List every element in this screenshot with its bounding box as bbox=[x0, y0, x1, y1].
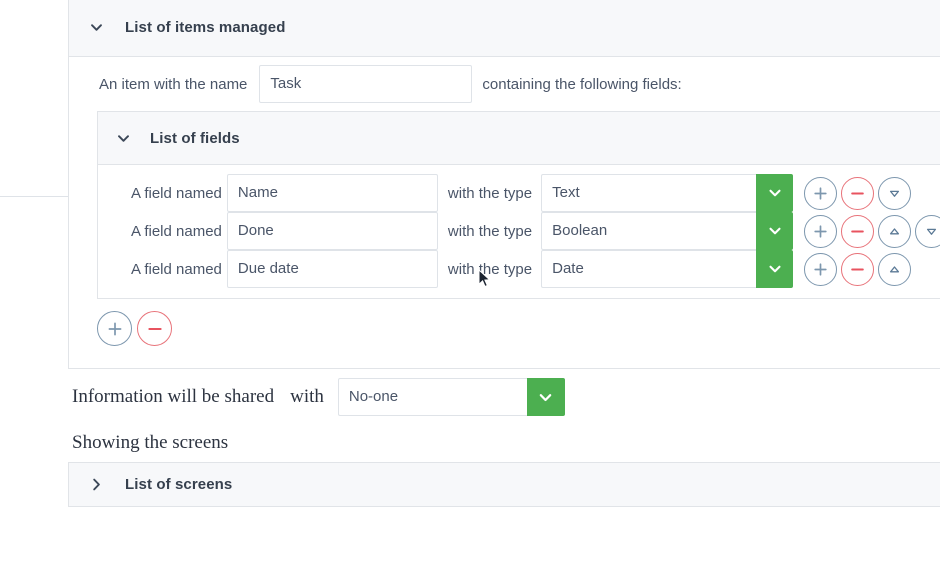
chevron-down-icon[interactable] bbox=[88, 19, 105, 36]
fields-panel-header[interactable]: List of fields bbox=[98, 112, 940, 165]
field-type-select[interactable]: Boolean bbox=[541, 212, 794, 250]
row-action-buttons bbox=[804, 214, 940, 248]
table-row: A field named Name with the type Text bbox=[98, 174, 940, 212]
chevron-down-icon[interactable] bbox=[756, 212, 794, 250]
row-action-buttons bbox=[804, 176, 915, 210]
item-suffix-label: containing the following fields: bbox=[482, 75, 682, 93]
field-name-input[interactable]: Done bbox=[226, 212, 438, 250]
row-action-buttons bbox=[804, 252, 915, 286]
table-row: A field named Due date with the type Dat… bbox=[98, 250, 940, 288]
table-row: A field named Done with the type Boolean bbox=[98, 212, 940, 250]
remove-icon[interactable] bbox=[841, 252, 875, 286]
items-managed-panel: List of items managed An item with the n… bbox=[68, 0, 940, 369]
field-prefix-label: A field named bbox=[131, 222, 222, 240]
field-type-label: with the type bbox=[447, 260, 533, 278]
field-prefix-label: A field named bbox=[131, 260, 222, 278]
move-up-icon[interactable] bbox=[878, 214, 912, 248]
field-type-value: Text bbox=[541, 174, 757, 212]
item-action-buttons bbox=[97, 311, 940, 346]
screens-caption: Showing the screens bbox=[72, 432, 229, 453]
remove-icon[interactable] bbox=[841, 214, 875, 248]
screens-panel[interactable]: List of screens bbox=[68, 462, 940, 507]
field-name-input[interactable]: Due date bbox=[226, 250, 438, 288]
chevron-down-icon[interactable] bbox=[756, 250, 794, 288]
item-prefix-label: An item with the name bbox=[99, 75, 248, 93]
screens-panel-title: List of screens bbox=[125, 476, 233, 493]
item-definition-row: An item with the name Task containing th… bbox=[69, 57, 940, 111]
left-gutter bbox=[0, 0, 68, 581]
move-up-icon[interactable] bbox=[878, 252, 912, 286]
field-type-select[interactable]: Text bbox=[541, 174, 794, 212]
sharing-value: No-one bbox=[337, 378, 527, 416]
remove-icon[interactable] bbox=[137, 311, 172, 346]
field-prefix-label: A field named bbox=[131, 184, 222, 202]
move-down-icon[interactable] bbox=[878, 176, 912, 210]
remove-icon[interactable] bbox=[841, 176, 875, 210]
add-icon[interactable] bbox=[804, 176, 838, 210]
add-icon[interactable] bbox=[804, 214, 838, 248]
chevron-down-icon[interactable] bbox=[756, 174, 794, 212]
field-type-label: with the type bbox=[447, 222, 533, 240]
add-icon[interactable] bbox=[97, 311, 132, 346]
add-icon[interactable] bbox=[804, 252, 838, 286]
sharing-label: Information will be shared bbox=[72, 386, 275, 407]
items-managed-header[interactable]: List of items managed bbox=[69, 0, 940, 57]
fields-panel-title: List of fields bbox=[150, 129, 240, 147]
gutter-divider bbox=[0, 196, 68, 197]
chevron-down-icon[interactable] bbox=[526, 378, 565, 416]
sharing-with-label: with bbox=[290, 386, 324, 407]
field-type-select[interactable]: Date bbox=[541, 250, 794, 288]
chevron-down-icon[interactable] bbox=[115, 130, 132, 147]
field-name-input[interactable]: Name bbox=[226, 174, 438, 212]
field-type-label: with the type bbox=[447, 184, 533, 202]
items-managed-title: List of items managed bbox=[125, 19, 286, 36]
move-down-icon[interactable] bbox=[915, 214, 940, 248]
chevron-right-icon[interactable] bbox=[88, 476, 105, 493]
sharing-select[interactable]: No-one bbox=[337, 378, 565, 416]
field-type-value: Boolean bbox=[541, 212, 757, 250]
fields-list: A field named Name with the type Text A … bbox=[98, 165, 940, 298]
fields-panel: List of fields A field named Name with t… bbox=[97, 111, 940, 299]
items-managed-body: An item with the name Task containing th… bbox=[69, 57, 940, 368]
field-type-value: Date bbox=[541, 250, 757, 288]
sharing-row: Information will be shared with No-one bbox=[72, 378, 565, 416]
item-name-input[interactable]: Task bbox=[259, 65, 473, 103]
